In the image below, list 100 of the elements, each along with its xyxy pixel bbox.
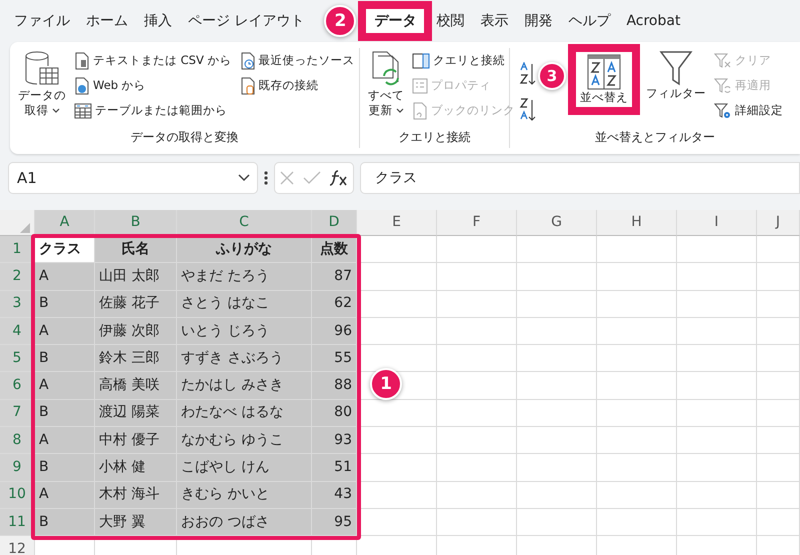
empty-cell [757, 318, 800, 346]
refresh-document-icon [370, 50, 402, 88]
table-cell: 渡辺 陽菜 [95, 400, 177, 428]
column-header[interactable]: D [312, 210, 357, 236]
empty-cell [757, 427, 800, 454]
ribbon-button[interactable]: テーブルまたは範囲から [72, 98, 234, 123]
column-header[interactable]: C [177, 210, 312, 236]
callout-badge: 1 [370, 368, 402, 400]
table-cell: 87 [312, 263, 357, 291]
table-cell: 96 [312, 318, 357, 346]
ribbon-tab[interactable]: 挿入 [136, 6, 180, 36]
table-icon [74, 102, 92, 118]
ribbon-button[interactable]: フィルター [644, 48, 708, 103]
empty-cell [757, 454, 800, 482]
table-cell: B [35, 400, 95, 428]
filter-icon [659, 50, 693, 86]
table-cell: A [35, 318, 95, 346]
column-header[interactable]: H [597, 210, 677, 236]
filter-clear-icon [714, 52, 732, 68]
table-cell: B [35, 508, 95, 536]
ribbon-button[interactable]: 最近使ったソース [238, 48, 357, 73]
empty-cell [757, 290, 800, 318]
empty-cell [757, 345, 800, 372]
table-cell: 95 [312, 508, 357, 536]
table-cell: B [35, 454, 95, 482]
table-cell: 中村 優子 [95, 427, 177, 454]
callout-badge: 2 [324, 5, 356, 37]
table-cell: クラス [35, 236, 95, 264]
table-cell: B [35, 290, 95, 318]
ribbon-button[interactable]: 詳細設定 [712, 98, 785, 123]
table-cell: おおの つばさ [177, 508, 312, 536]
clock-document-icon [240, 52, 256, 70]
chevron-down-icon [237, 173, 251, 183]
caret-icon [52, 108, 60, 114]
check-icon[interactable] [303, 171, 321, 185]
ribbon-button[interactable]: テキストまたは CSV から [72, 48, 234, 73]
link-document-icon [412, 102, 428, 120]
function-icon[interactable] [329, 169, 349, 187]
row-header[interactable]: 12 [0, 536, 35, 555]
table-cell: さとう はなこ [177, 290, 312, 318]
ribbon-tab[interactable]: ヘルプ [560, 6, 618, 36]
empty-cell [757, 400, 800, 428]
column-header[interactable]: G [517, 210, 597, 236]
sort-icon [587, 54, 621, 90]
ribbon-button[interactable]: データの 取得 [16, 48, 68, 120]
empty-cell [757, 236, 800, 264]
table-cell: A [35, 427, 95, 454]
ribbon-tab[interactable]: ホーム [78, 6, 136, 36]
name-box[interactable]: A1 [8, 162, 258, 194]
column-header[interactable]: J [757, 210, 800, 236]
table-cell: いとう じろう [177, 318, 312, 346]
table-cell: こばやし けん [177, 454, 312, 482]
cylinder-document-icon [240, 76, 256, 94]
ribbon-tab[interactable]: ページ レイアウト [180, 6, 312, 36]
table-cell: 88 [312, 372, 357, 400]
empty-cell [757, 482, 800, 509]
group-label: 並べ替えとフィルター [594, 129, 716, 146]
column-header[interactable]: F [437, 210, 517, 236]
column-header[interactable]: A [35, 210, 95, 236]
ribbon-tab[interactable]: 表示 [472, 6, 516, 36]
ribbon-button[interactable]: Web から [72, 73, 234, 98]
ribbon-button[interactable]: すべて 更新 [366, 48, 406, 120]
document-icon [74, 52, 90, 70]
ribbon-tab[interactable]: 開発 [516, 6, 560, 36]
table-cell: 62 [312, 290, 357, 318]
table-cell: 鈴木 三郎 [95, 345, 177, 372]
column-header[interactable]: I [677, 210, 757, 236]
caret-icon [396, 108, 404, 114]
table-cell: 80 [312, 400, 357, 428]
ribbon-tab[interactable]: ファイル [6, 6, 78, 36]
table-cell: ふりがな [177, 236, 312, 264]
table-cell: すずき さぶろう [177, 345, 312, 372]
table-cell: 大野 翼 [95, 508, 177, 536]
table-cell: やまだ たろう [177, 263, 312, 291]
column-header[interactable]: B [95, 210, 177, 236]
table-cell: 氏名 [95, 236, 177, 264]
table-cell: 55 [312, 345, 357, 372]
filter-refresh-icon [714, 78, 732, 94]
table-cell: 点数 [312, 236, 357, 264]
table-cell: 高橋 美咲 [95, 372, 177, 400]
table-cell: 93 [312, 427, 357, 454]
ribbon-button[interactable]: 既存の接続 [238, 73, 357, 98]
corner-triangle-icon [20, 223, 30, 233]
properties-icon [412, 78, 428, 94]
column-header[interactable]: E [357, 210, 437, 236]
group-label: クエリと接続 [398, 129, 472, 146]
table-cell: 51 [312, 454, 357, 482]
formula-field[interactable]: クラス [360, 162, 800, 194]
empty-cell [757, 263, 800, 291]
group-label: データの取得と変換 [130, 129, 240, 146]
ribbon-tab[interactable]: Acrobat [618, 6, 688, 36]
ribbon-button[interactable]: クエリと接続 [410, 48, 517, 73]
table-cell: A [35, 372, 95, 400]
empty-cell [757, 372, 800, 400]
ribbon-tab[interactable]: 校閲 [428, 6, 472, 36]
table-cell: A [35, 482, 95, 509]
table-cell: 山田 太郎 [95, 263, 177, 291]
table-cell: 小林 健 [95, 454, 177, 482]
table-cell: 43 [312, 482, 357, 509]
callout-badge: 3 [538, 62, 566, 90]
